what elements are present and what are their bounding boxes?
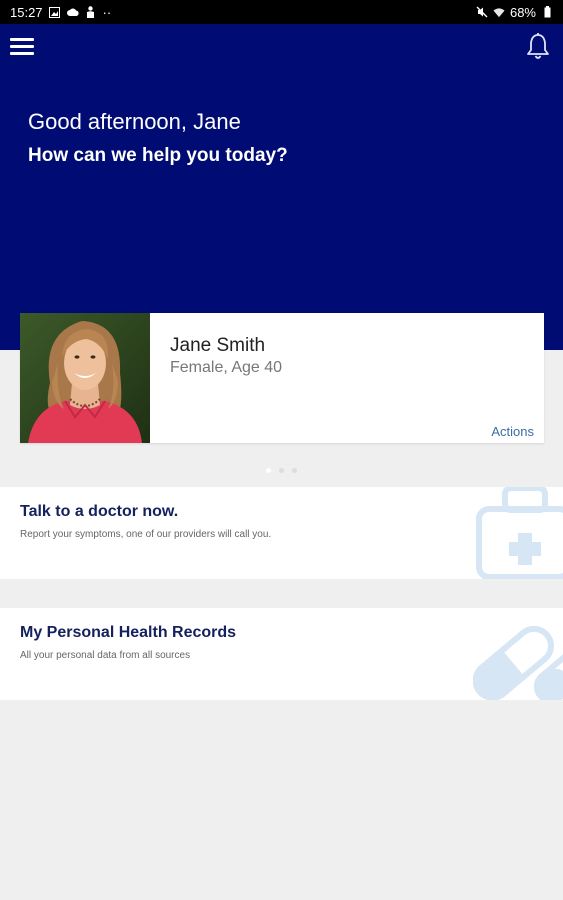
status-left: 15:27 ··	[10, 5, 111, 20]
menu-bar	[10, 38, 34, 41]
carousel-dot[interactable]	[266, 468, 271, 473]
wifi-icon	[493, 6, 505, 18]
menu-bar	[10, 52, 34, 55]
battery-icon	[541, 6, 553, 18]
help-prompt: How can we help you today?	[28, 145, 288, 166]
card-subtitle: All your personal data from all sources	[20, 650, 191, 661]
carousel-indicator	[0, 468, 563, 473]
status-more-dots: ··	[102, 4, 112, 20]
health-records-card[interactable]: My Personal Health Records All your pers…	[0, 608, 563, 700]
gallery-icon	[49, 6, 61, 18]
profile-details: Female, Age 40	[170, 359, 283, 376]
card-subtitle: Report your symptoms, one of our provide…	[20, 529, 272, 540]
profile-name: Jane Smith	[170, 335, 266, 356]
carousel-dot[interactable]	[279, 468, 284, 473]
medical-kit-icon	[473, 487, 563, 579]
cloud-icon	[66, 6, 79, 18]
status-time: 15:27	[10, 4, 43, 20]
battery-percent: 68%	[509, 4, 536, 20]
greeting-text: Good afternoon, Jane	[28, 109, 241, 134]
menu-bar	[10, 45, 34, 48]
talk-to-doctor-card[interactable]: Talk to a doctor now. Report your sympto…	[0, 487, 563, 579]
profile-card[interactable]: Jane Smith Female, Age 40 Actions	[20, 313, 544, 443]
card-title: My Personal Health Records	[20, 624, 237, 641]
carousel-dot[interactable]	[292, 468, 297, 473]
avatar	[20, 313, 150, 443]
pills-icon	[472, 608, 563, 700]
person-icon	[85, 6, 97, 18]
mute-icon	[476, 6, 488, 18]
bell-icon[interactable]	[525, 32, 551, 62]
status-bar: 15:27 ·· 68%	[0, 0, 563, 24]
header-banner: Good afternoon, Jane How can we help you…	[0, 24, 563, 350]
card-title: Talk to a doctor now.	[20, 503, 179, 520]
hamburger-menu-button[interactable]	[10, 38, 34, 58]
status-right: 68%	[476, 5, 553, 20]
actions-link[interactable]: Actions	[491, 424, 534, 439]
